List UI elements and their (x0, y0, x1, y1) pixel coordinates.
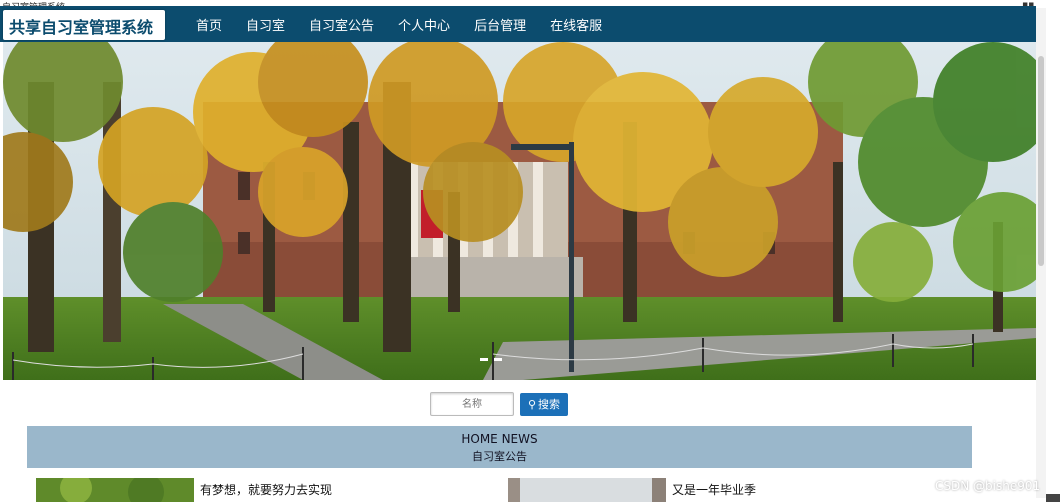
news-item[interactable]: 有梦想，就要努力去实现 (36, 478, 332, 502)
slider-dot[interactable] (480, 358, 488, 361)
news-thumbnail[interactable] (508, 478, 666, 502)
logo[interactable]: 共享自习室管理系统 (3, 10, 165, 40)
search-icon: ⚲ (527, 397, 537, 411)
news-title[interactable]: 有梦想，就要努力去实现 (200, 478, 332, 498)
nav-admin[interactable]: 后台管理 (474, 15, 526, 34)
search-button[interactable]: ⚲ 搜索 (520, 392, 568, 416)
nav-announcements[interactable]: 自习室公告 (309, 15, 374, 34)
home-news-header: HOME NEWS 自习室公告 (27, 426, 972, 468)
search-input[interactable] (430, 392, 514, 416)
nav-home[interactable]: 首页 (196, 15, 222, 34)
campus-banner-image[interactable] (3, 42, 1036, 380)
news-thumbnail[interactable] (36, 478, 194, 502)
watermark: CSDN @bishe901 (935, 479, 1041, 493)
slider-dot[interactable] (494, 358, 502, 361)
nav-online-service[interactable]: 在线客服 (550, 15, 602, 34)
main-nav: 首页 自习室 自习室公告 个人中心 后台管理 在线客服 (196, 6, 626, 42)
nav-personal-center[interactable]: 个人中心 (398, 15, 450, 34)
search-button-label: 搜索 (538, 398, 561, 411)
scrollbar-thumb[interactable] (1038, 56, 1044, 266)
slider-indicators[interactable] (480, 358, 508, 361)
nav-study-rooms[interactable]: 自习室 (246, 15, 285, 34)
search-bar: ⚲ 搜索 (430, 392, 568, 416)
home-news-title: HOME NEWS (461, 432, 538, 446)
page: 自习室管理系统 ▪▪ 共享自习室管理系统 首页 自习室 自习室公告 个人中心 后… (0, 0, 1060, 502)
news-title[interactable]: 又是一年毕业季 (672, 478, 756, 498)
home-news-subtitle: 自习室公告 (472, 450, 527, 463)
news-item[interactable]: 又是一年毕业季 (508, 478, 756, 502)
logo-text: 共享自习室管理系统 (9, 18, 154, 37)
corner-decoration (1046, 494, 1060, 502)
